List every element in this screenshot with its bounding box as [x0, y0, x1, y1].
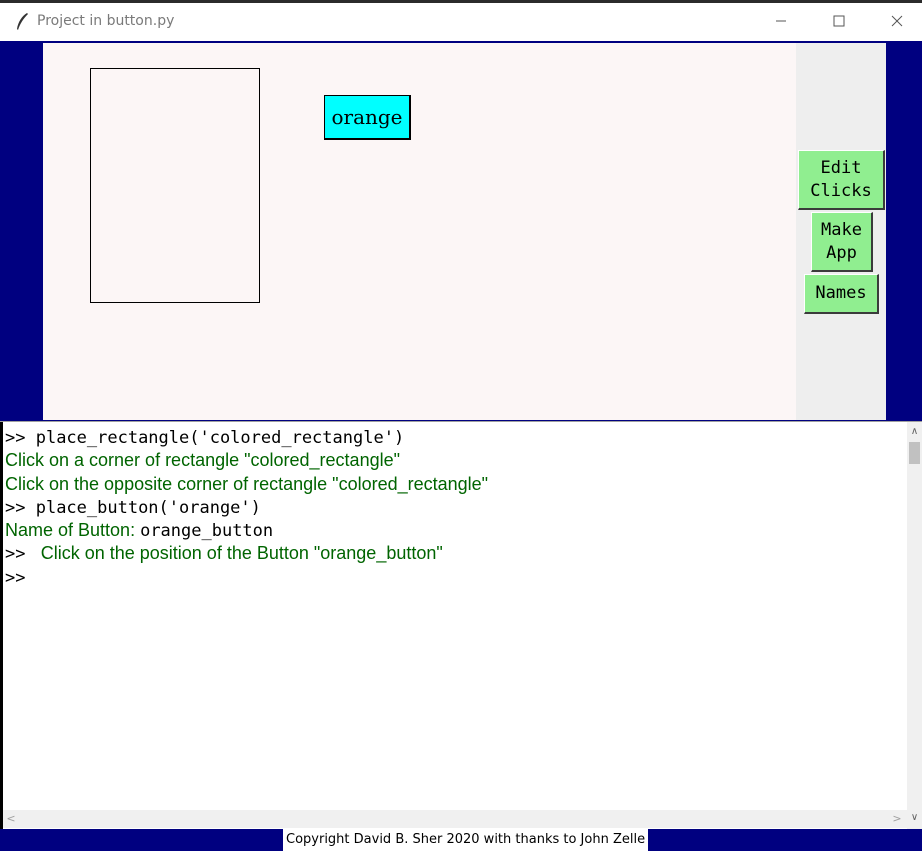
console-line: >>	[5, 566, 903, 589]
orange-button[interactable]: orange	[324, 95, 411, 140]
command-text: place_rectangle('colored_rectangle')	[35, 428, 405, 448]
window-title: Project in button.py	[37, 13, 175, 29]
colored-rectangle[interactable]	[90, 68, 260, 303]
console-output[interactable]: >> place_rectangle('colored_rectangle') …	[0, 421, 922, 830]
input-label: Name of Button:	[5, 520, 141, 541]
console-line: Click on a corner of rectangle "colored_…	[5, 449, 903, 472]
edit-clicks-button[interactable]: Edit Clicks	[798, 150, 885, 210]
maximize-icon	[833, 15, 845, 27]
vertical-scrollbar[interactable]: ∧ ∨	[907, 422, 922, 829]
scroll-right-icon[interactable]: >	[889, 810, 905, 828]
console-line: Click on the opposite corner of rectangl…	[5, 473, 903, 496]
prompt: >>	[5, 428, 36, 448]
minimize-icon	[775, 15, 787, 27]
horizontal-scrollbar[interactable]: < >	[3, 810, 907, 828]
make-app-button[interactable]: Make App	[811, 212, 873, 272]
console-line: >> place_button('orange')	[5, 496, 903, 519]
copyright-text: Copyright David B. Sher 2020 with thanks…	[283, 829, 649, 851]
input-value: orange_button	[140, 521, 274, 542]
close-button[interactable]	[874, 3, 920, 39]
console-line: >> place_rectangle('colored_rectangle')	[5, 426, 903, 449]
scroll-up-icon[interactable]: ∧	[907, 424, 922, 440]
footer-bar: Copyright David B. Sher 2020 with thanks…	[0, 829, 922, 851]
console-left-edge	[0, 422, 3, 830]
message-text: Click on the position of the Button "ora…	[35, 543, 443, 564]
prompt: >>	[5, 567, 26, 588]
message-text: Click on a corner of rectangle "colored_…	[5, 450, 400, 471]
prompt: >>	[5, 497, 36, 518]
scroll-down-icon[interactable]: ∨	[907, 810, 922, 826]
close-icon	[891, 15, 903, 27]
prompt: >>	[5, 544, 36, 565]
feather-icon	[14, 12, 30, 32]
maximize-button[interactable]	[816, 3, 862, 39]
names-button[interactable]: Names	[804, 274, 879, 314]
command-text: place_button('orange')	[35, 497, 261, 518]
message-text: Click on the opposite corner of rectangl…	[5, 473, 489, 494]
scroll-thumb[interactable]	[909, 442, 920, 464]
scroll-left-icon[interactable]: <	[3, 810, 19, 828]
console-line: >> Click on the position of the Button "…	[5, 542, 903, 565]
minimize-button[interactable]	[758, 3, 804, 39]
console-line: Name of Button: orange_button	[5, 519, 903, 542]
